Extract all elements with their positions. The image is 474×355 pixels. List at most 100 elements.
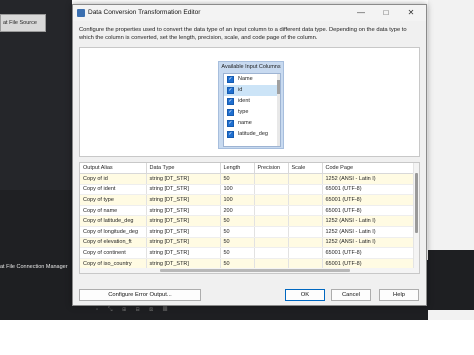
output-alias-cell[interactable]: Copy of latitude_deg bbox=[80, 215, 147, 227]
precision-cell[interactable] bbox=[254, 226, 289, 238]
help-button[interactable]: Help bbox=[379, 289, 419, 301]
grid-horizontal-scroll-thumb[interactable] bbox=[160, 269, 350, 272]
code-page-cell[interactable]: 1252 (ANSI - Latin I) bbox=[322, 173, 414, 185]
precision-cell[interactable] bbox=[254, 237, 289, 249]
precision-cell[interactable] bbox=[254, 184, 289, 196]
output-alias-cell[interactable]: Copy of name bbox=[80, 205, 147, 217]
checkbox-checked-icon[interactable]: ✓ bbox=[227, 109, 234, 116]
length-cell[interactable]: 200 bbox=[220, 205, 255, 217]
column-label: id bbox=[238, 87, 243, 93]
output-alias-cell[interactable]: Copy of longitude_deg bbox=[80, 226, 147, 238]
checkbox-checked-icon[interactable]: ✓ bbox=[227, 98, 234, 105]
column-list-scroll-thumb[interactable] bbox=[277, 80, 280, 94]
column-item-ident[interactable]: ✓ ident bbox=[224, 96, 280, 107]
precision-cell[interactable] bbox=[254, 247, 289, 259]
ok-button[interactable]: OK bbox=[285, 289, 325, 301]
column-item-name[interactable]: ✓ Name bbox=[224, 74, 280, 85]
table-row: Copy of ident string [DT_STR] 100 65001 … bbox=[80, 184, 414, 196]
available-input-columns-title: Available Input Columns bbox=[221, 64, 281, 70]
data-type-cell[interactable]: string [DT_STR] bbox=[146, 184, 221, 196]
scale-cell[interactable] bbox=[288, 184, 323, 196]
checkbox-checked-icon[interactable]: ✓ bbox=[227, 76, 234, 83]
flat-file-connection-manager[interactable]: at File Connection Manager bbox=[0, 262, 80, 272]
checkbox-checked-icon[interactable]: ✓ bbox=[227, 120, 234, 127]
cancel-button[interactable]: Cancel bbox=[331, 289, 371, 301]
dialog-title: Data Conversion Transformation Editor bbox=[88, 9, 201, 16]
ide-right-panel-lower bbox=[428, 250, 474, 310]
dialog-description: Configure the properties used to convert… bbox=[79, 27, 407, 41]
data-conversion-editor-dialog: Data Conversion Transformation Editor — … bbox=[72, 4, 427, 306]
table-row: Copy of longitude_deg string [DT_STR] 50… bbox=[80, 226, 414, 238]
dialog-titlebar: Data Conversion Transformation Editor — … bbox=[73, 5, 426, 21]
code-page-cell[interactable]: 1252 (ANSI - Latin I) bbox=[322, 237, 414, 249]
scale-cell[interactable] bbox=[288, 173, 323, 185]
length-cell[interactable]: 50 bbox=[220, 226, 255, 238]
columns-designer-panel: Available Input Columns ✓ Name ✓ id ✓ ident… bbox=[79, 47, 420, 157]
output-alias-cell[interactable]: Copy of continent bbox=[80, 247, 147, 259]
column-item-name-lower[interactable]: ✓ name bbox=[224, 118, 280, 129]
table-row: Copy of continent string [DT_STR] 50 650… bbox=[80, 247, 414, 259]
precision-cell[interactable] bbox=[254, 173, 289, 185]
data-type-cell[interactable]: string [DT_STR] bbox=[146, 237, 221, 249]
scale-cell[interactable] bbox=[288, 205, 323, 217]
column-header-data-type[interactable]: Data Type bbox=[146, 163, 221, 174]
scale-cell[interactable] bbox=[288, 215, 323, 227]
configure-error-output-button[interactable]: Configure Error Output... bbox=[79, 289, 201, 301]
length-cell[interactable]: 100 bbox=[220, 194, 255, 206]
table-row: Copy of latitude_deg string [DT_STR] 50 … bbox=[80, 215, 414, 227]
code-page-cell[interactable]: 1252 (ANSI - Latin I) bbox=[322, 226, 414, 238]
column-item-type[interactable]: ✓ type bbox=[224, 107, 280, 118]
grid-vertical-scrollbar[interactable] bbox=[413, 163, 419, 273]
table-row: Copy of type string [DT_STR] 100 65001 (… bbox=[80, 194, 414, 206]
minimize-button[interactable]: — bbox=[350, 7, 372, 19]
length-cell[interactable]: 50 bbox=[220, 247, 255, 259]
flat-file-source-component[interactable]: at File Source bbox=[0, 14, 46, 32]
code-page-cell[interactable]: 65001 (UTF-8) bbox=[322, 194, 414, 206]
column-item-latitude-deg[interactable]: ✓ latitude_deg bbox=[224, 129, 280, 140]
code-page-cell[interactable]: 65001 (UTF-8) bbox=[322, 247, 414, 259]
code-page-cell[interactable]: 65001 (UTF-8) bbox=[322, 205, 414, 217]
checkbox-checked-icon[interactable]: ✓ bbox=[227, 87, 234, 94]
length-cell[interactable]: 50 bbox=[220, 173, 255, 185]
column-item-id[interactable]: ✓ id bbox=[224, 85, 280, 96]
grid-vertical-scroll-thumb[interactable] bbox=[415, 173, 418, 233]
length-cell[interactable]: 100 bbox=[220, 184, 255, 196]
close-button[interactable]: ✕ bbox=[400, 7, 422, 19]
length-cell[interactable]: 50 bbox=[220, 237, 255, 249]
precision-cell[interactable] bbox=[254, 215, 289, 227]
precision-cell[interactable] bbox=[254, 194, 289, 206]
data-type-cell[interactable]: string [DT_STR] bbox=[146, 173, 221, 185]
output-alias-cell[interactable]: Copy of ident bbox=[80, 184, 147, 196]
grid-header-row: Output Alias Data Type Length Precision … bbox=[80, 163, 414, 174]
precision-cell[interactable] bbox=[254, 205, 289, 217]
column-header-precision[interactable]: Precision bbox=[254, 163, 289, 174]
scale-cell[interactable] bbox=[288, 194, 323, 206]
column-label: ident bbox=[238, 98, 250, 104]
code-page-cell[interactable]: 1252 (ANSI - Latin I) bbox=[322, 215, 414, 227]
column-header-output-alias[interactable]: Output Alias bbox=[80, 163, 147, 174]
output-alias-cell[interactable]: Copy of elevation_ft bbox=[80, 237, 147, 249]
maximize-button[interactable]: □ bbox=[375, 7, 397, 19]
column-label: Name bbox=[238, 76, 253, 82]
data-type-cell[interactable]: string [DT_STR] bbox=[146, 226, 221, 238]
output-alias-cell[interactable]: Copy of id bbox=[80, 173, 147, 185]
data-type-cell[interactable]: string [DT_STR] bbox=[146, 247, 221, 259]
grid-horizontal-scrollbar[interactable] bbox=[80, 268, 415, 273]
column-header-length[interactable]: Length bbox=[220, 163, 255, 174]
checkbox-checked-icon[interactable]: ✓ bbox=[227, 131, 234, 138]
data-type-cell[interactable]: string [DT_STR] bbox=[146, 194, 221, 206]
column-header-code-page[interactable]: Code Page bbox=[322, 163, 414, 174]
output-alias-cell[interactable]: Copy of type bbox=[80, 194, 147, 206]
data-type-cell[interactable]: string [DT_STR] bbox=[146, 215, 221, 227]
data-type-cell[interactable]: string [DT_STR] bbox=[146, 205, 221, 217]
column-label: type bbox=[238, 109, 249, 115]
column-label: name bbox=[238, 120, 252, 126]
length-cell[interactable]: 50 bbox=[220, 215, 255, 227]
column-header-scale[interactable]: Scale bbox=[288, 163, 323, 174]
scale-cell[interactable] bbox=[288, 247, 323, 259]
ide-canvas-lower bbox=[0, 190, 72, 260]
scale-cell[interactable] bbox=[288, 237, 323, 249]
scale-cell[interactable] bbox=[288, 226, 323, 238]
code-page-cell[interactable]: 65001 (UTF-8) bbox=[322, 184, 414, 196]
column-list-scrollbar[interactable] bbox=[277, 74, 280, 146]
